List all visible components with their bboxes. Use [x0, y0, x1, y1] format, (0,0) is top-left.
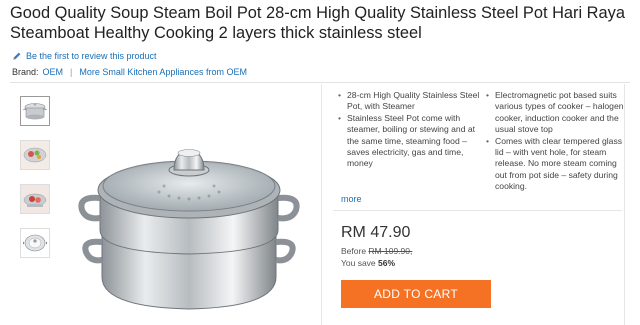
save-label: You save — [341, 258, 376, 268]
product-highlights: 28-cm High Quality Stainless Steel Pot, … — [338, 90, 628, 193]
review-row: Be the first to review this product — [12, 51, 157, 61]
thumbnail-list — [20, 96, 52, 272]
product-main-image[interactable] — [64, 92, 314, 322]
highlight-item: 28-cm High Quality Stainless Steel Pot, … — [338, 90, 486, 113]
thumbnail-4[interactable] — [20, 228, 50, 258]
review-link[interactable]: Be the first to review this product — [26, 51, 157, 61]
more-from-brand-link[interactable]: More Small Kitchen Appliances from OEM — [79, 67, 247, 77]
savings-row: You save 56% — [341, 258, 395, 268]
more-link[interactable]: more — [341, 194, 362, 204]
highlights-column-1: 28-cm High Quality Stainless Steel Pot, … — [338, 90, 486, 193]
original-price: RM 109.90, — [368, 246, 413, 256]
thumbnail-1[interactable] — [20, 96, 50, 126]
save-percent: 56% — [378, 258, 396, 268]
brand-link[interactable]: OEM — [43, 67, 64, 77]
before-price-row: Before RM 109.90, — [341, 246, 412, 256]
highlights-column-2: Electromagnetic pot based suits various … — [486, 90, 628, 193]
thumbnail-3[interactable] — [20, 184, 50, 214]
highlight-item: Stainless Steel Pot come with steamer, b… — [338, 113, 486, 170]
highlight-item: Comes with clear tempered glass lid – wi… — [486, 136, 628, 193]
pot-thumbnail-image — [23, 103, 47, 120]
brand-separator: | — [70, 67, 73, 77]
pot-top-thumbnail-image — [22, 234, 48, 252]
add-to-cart-button[interactable]: ADD TO CART — [341, 280, 491, 308]
brand-row: Brand: OEM | More Small Kitchen Applianc… — [12, 67, 247, 77]
thumbnail-2[interactable] — [20, 140, 50, 170]
header-divider — [10, 82, 630, 83]
brand-label: Brand: — [12, 67, 39, 77]
current-price: RM 47.90 — [341, 224, 411, 241]
before-label: Before — [341, 246, 367, 256]
food-thumbnail-image-2 — [21, 185, 49, 213]
pencil-icon — [13, 52, 21, 60]
product-title: Good Quality Soup Steam Boil Pot 28-cm H… — [10, 4, 625, 42]
highlight-item: Electromagnetic pot based suits various … — [486, 90, 628, 136]
food-thumbnail-image — [21, 141, 49, 169]
price-divider — [333, 210, 622, 211]
column-divider — [321, 84, 322, 325]
